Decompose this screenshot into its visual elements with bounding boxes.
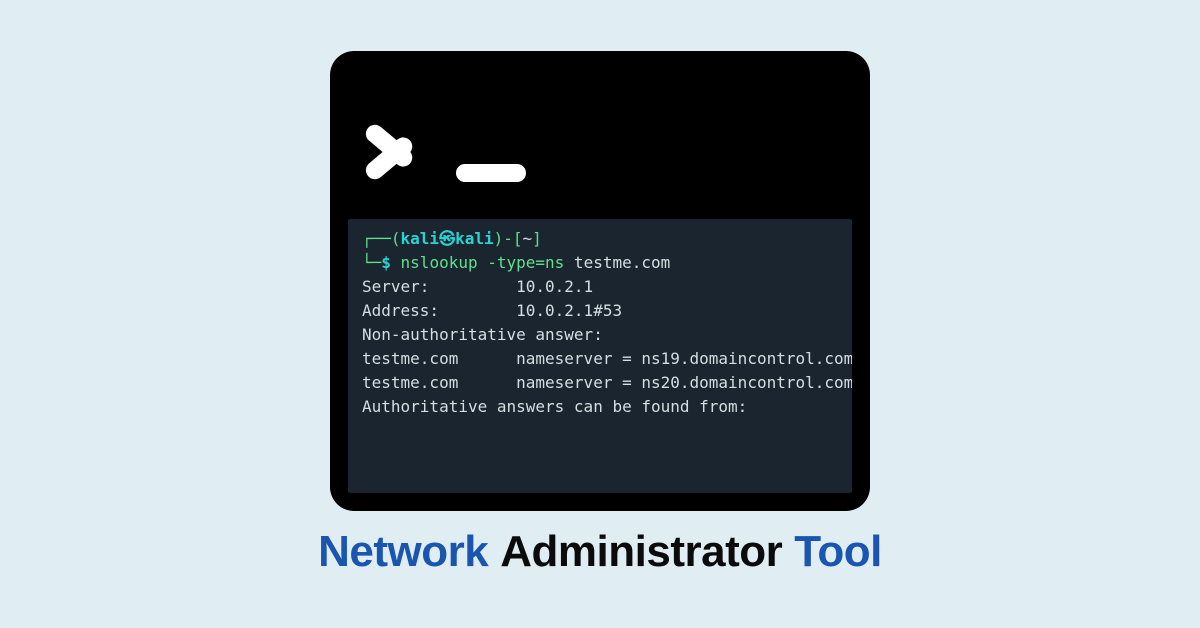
prompt-line-2: └─$ nslookup -type=ns testme.com: [362, 251, 838, 275]
title-word-1: Network: [318, 527, 488, 577]
server-line: Server: 10.0.2.1: [362, 275, 838, 299]
ns-record-1: testme.com nameserver = ns19.domaincontr…: [362, 347, 838, 371]
cursor-icon: [456, 164, 526, 182]
title-word-3: Tool: [794, 527, 882, 577]
ns-record-2: testme.com nameserver = ns20.domaincontr…: [362, 371, 838, 395]
nonauth-header: Non-authoritative answer:: [362, 323, 838, 347]
address-line: Address: 10.0.2.1#53: [362, 299, 838, 323]
title-word-2: Administrator: [500, 527, 782, 577]
terminal-card: ┌──(kali㉿kali)-[~] └─$ nslookup -type=ns…: [330, 51, 870, 511]
chevron-icon: [368, 99, 428, 189]
auth-footer: Authoritative answers can be found from:: [362, 395, 838, 419]
prompt-icon: [348, 69, 852, 219]
page-title: Network Administrator Tool: [318, 527, 882, 577]
prompt-line-1: ┌──(kali㉿kali)-[~]: [362, 227, 838, 251]
terminal-output-panel: ┌──(kali㉿kali)-[~] └─$ nslookup -type=ns…: [348, 219, 852, 493]
